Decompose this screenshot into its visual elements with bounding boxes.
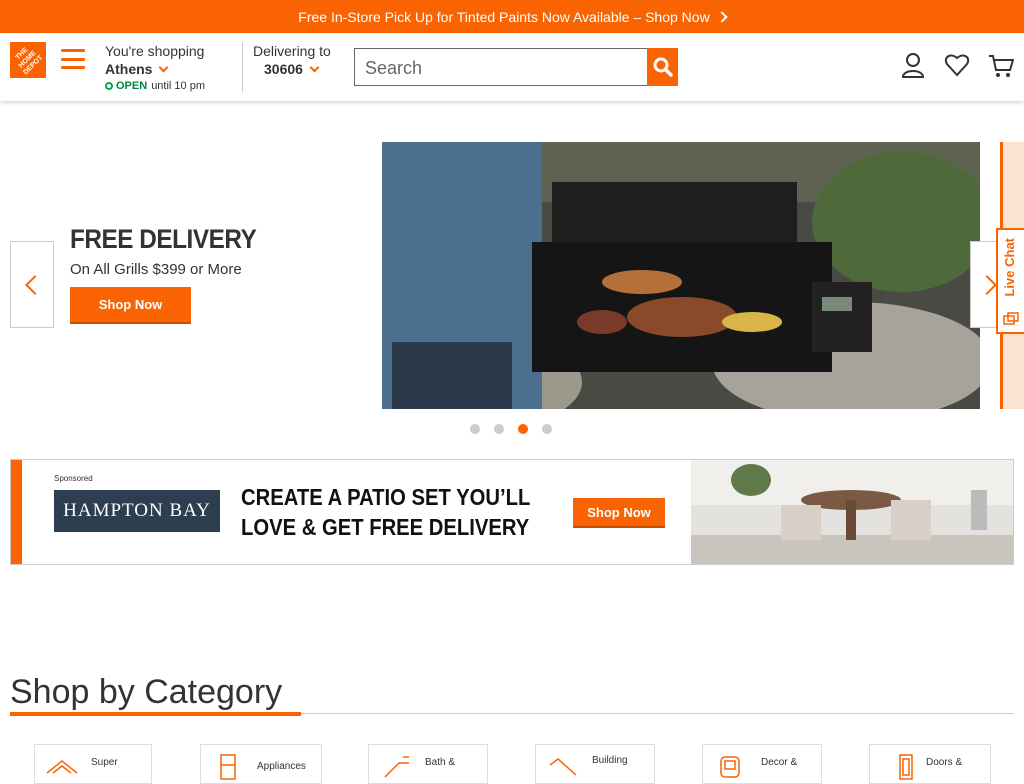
open-status-icon: [105, 82, 113, 90]
sponsored-banner[interactable]: Sponsored HAMPTON BAY CREATE A PATIO SET…: [10, 459, 1014, 565]
home-depot-logo[interactable]: THE HOME DEPOT: [10, 42, 46, 78]
search-input[interactable]: Search: [354, 48, 648, 86]
house-icon: [46, 760, 78, 774]
hero-headline: FREE DELIVERY: [70, 224, 257, 254]
chevron-down-icon: [309, 62, 320, 72]
promo-banner[interactable]: Free In-Store Pick Up for Tinted Paints …: [0, 0, 1024, 33]
hero-subline: On All Grills $399 or More: [70, 261, 242, 278]
appliance-icon: [220, 754, 236, 780]
chevron-left-icon: [25, 274, 45, 295]
chair-icon: [720, 756, 740, 778]
promo-text[interactable]: Free In-Store Pick Up for Tinted Paints …: [298, 9, 709, 25]
banner-accent: [11, 460, 22, 564]
category-label: Decor &: [761, 757, 798, 768]
carousel-dot-4[interactable]: [542, 424, 552, 434]
hampton-bay-logo: HAMPTON BAY: [54, 490, 220, 532]
delivering-label: Delivering to: [253, 43, 331, 59]
header-divider: [242, 42, 243, 92]
category-title-accent: [10, 712, 301, 716]
menu-icon[interactable]: [61, 49, 85, 69]
open-hours: until 10 pm: [151, 80, 205, 92]
lumber-icon: [549, 758, 577, 776]
category-label: Super: [91, 757, 118, 768]
patio-set-image: [691, 460, 1013, 564]
chevron-right-icon: [716, 10, 728, 23]
sponsored-headline-line1: CREATE A PATIO SET YOU’LL: [241, 484, 531, 510]
store-name[interactable]: Athens: [105, 61, 152, 77]
chevron-down-icon: [159, 62, 169, 72]
account-icon[interactable]: [900, 51, 926, 79]
category-label: Building: [592, 755, 628, 766]
sponsored-headline-line2: LOVE & GET FREE DELIVERY: [241, 514, 530, 540]
logo-text: THE HOME DEPOT: [14, 46, 45, 77]
carousel-prev-button[interactable]: [10, 241, 54, 328]
sponsored-shop-now-button[interactable]: Shop Now: [573, 498, 665, 526]
category-tile-bath[interactable]: Bath &: [368, 744, 488, 784]
category-tile-building[interactable]: Building: [535, 744, 655, 784]
category-tile-super[interactable]: Super: [34, 744, 152, 784]
site-header: THE HOME DEPOT You're shopping Athens OP…: [0, 33, 1024, 101]
category-label: Appliances: [257, 761, 306, 772]
store-prefix: You're shopping: [105, 43, 205, 59]
grill-hero-image[interactable]: [382, 142, 980, 409]
delivery-zip-selector[interactable]: Delivering to 30606: [253, 43, 331, 77]
category-label: Doors &: [926, 757, 963, 768]
chevron-right-icon: [977, 274, 997, 295]
shop-by-category-title: Shop by Category: [10, 673, 283, 711]
chat-icon: [1003, 312, 1019, 325]
open-status: OPEN: [116, 80, 148, 92]
faucet-icon: [384, 756, 409, 778]
hero-shop-now-button[interactable]: Shop Now: [70, 287, 191, 322]
carousel-pagination: [470, 424, 552, 434]
hero-copy: FREE DELIVERY On All Grills $399 or More: [70, 224, 277, 278]
carousel-dot-2[interactable]: [494, 424, 504, 434]
store-selector[interactable]: You're shopping Athens OPEN until 10 pm: [105, 43, 235, 92]
sponsored-headline: CREATE A PATIO SET YOU’LL LOVE & GET FRE…: [241, 482, 540, 542]
door-icon: [899, 754, 913, 780]
search-button[interactable]: [647, 48, 678, 86]
zip-code[interactable]: 30606: [264, 61, 303, 77]
live-chat-tab[interactable]: Live Chat: [996, 228, 1024, 334]
search-icon: [653, 57, 673, 77]
live-chat-label: Live Chat: [1002, 238, 1017, 297]
carousel-dot-3[interactable]: [518, 424, 528, 434]
cart-icon[interactable]: [988, 51, 1014, 79]
sponsored-label: Sponsored: [54, 474, 93, 483]
grill-photo: [382, 142, 980, 409]
category-tile-doors[interactable]: Doors &: [869, 744, 991, 784]
category-label: Bath &: [425, 757, 456, 768]
carousel-dot-1[interactable]: [470, 424, 480, 434]
heart-icon[interactable]: [944, 51, 970, 79]
patio-photo: [691, 460, 1013, 564]
category-tile-appliances[interactable]: Appliances: [200, 744, 322, 784]
category-tile-decor[interactable]: Decor &: [702, 744, 822, 784]
